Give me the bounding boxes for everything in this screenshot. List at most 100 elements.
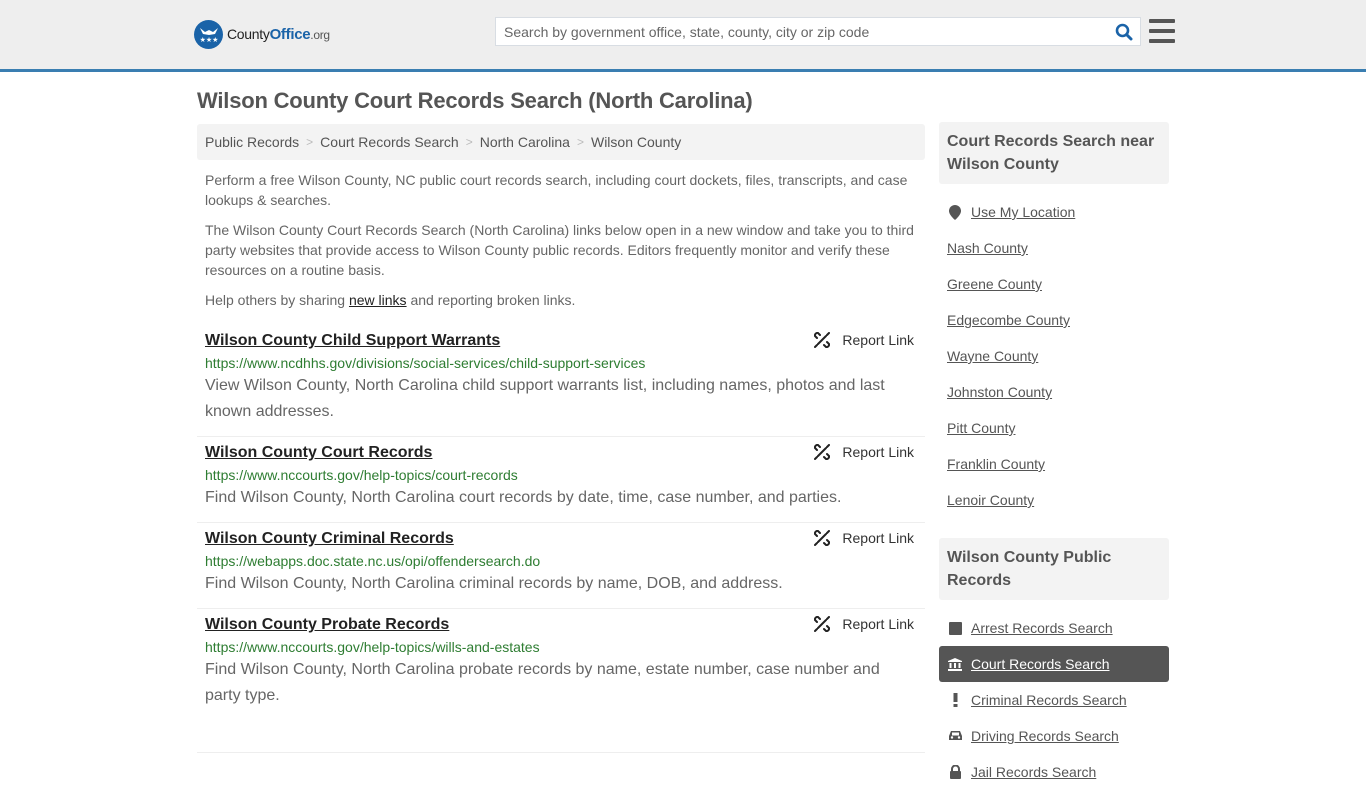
search-icon (1115, 23, 1133, 40)
nearby-county-item[interactable]: Nash County (939, 230, 1169, 266)
result-title-link[interactable]: Wilson County Probate Records (205, 615, 449, 635)
logo-wordmark: CountyOffice.org (227, 26, 330, 43)
nearby-county-item[interactable]: Johnston County (939, 374, 1169, 410)
nearby-county-item[interactable]: Pitt County (939, 410, 1169, 446)
map-pin-icon (947, 204, 963, 220)
broken-link-icon (814, 530, 831, 546)
results-list: Wilson County Child Support Warrants Rep… (197, 325, 925, 753)
broken-link-icon (814, 444, 831, 460)
sidebar-item-court-records[interactable]: Court Records Search (939, 646, 1169, 682)
lock-icon (947, 765, 963, 779)
sidebar-item-label[interactable]: Arrest Records Search (971, 620, 1113, 636)
breadcrumb-wilson-county[interactable]: Wilson County (591, 134, 681, 150)
result-item: Wilson County Criminal Records Report Li… (197, 523, 925, 609)
public-records-list: Arrest Records Search Court Records Sear… (939, 600, 1169, 790)
sidebar-item-arrest-records[interactable]: Arrest Records Search (939, 610, 1169, 646)
intro-text-after: and reporting broken links. (406, 292, 576, 308)
result-description: Find Wilson County, North Carolina crimi… (205, 575, 783, 592)
logo-office: Office (269, 26, 311, 43)
result-title-link[interactable]: Wilson County Court Records (205, 443, 432, 463)
result-title-link[interactable]: Wilson County Criminal Records (205, 529, 454, 549)
intro-paragraph-1: Perform a free Wilson County, NC public … (205, 172, 908, 208)
hamburger-menu-button[interactable] (1149, 19, 1175, 43)
report-link-label: Report Link (842, 530, 914, 546)
sidebar-item-jail-records[interactable]: Jail Records Search (939, 754, 1169, 790)
sidebar-item-label[interactable]: Criminal Records Search (971, 692, 1127, 708)
report-link-button[interactable]: Report Link (814, 530, 914, 546)
logo-county: County (227, 26, 270, 42)
sidebar-item-label[interactable]: Court Records Search (971, 656, 1110, 672)
result-url: https://webapps.doc.state.nc.us/opi/offe… (205, 553, 541, 569)
nearby-county-link[interactable]: Franklin County (947, 456, 1045, 472)
public-records-heading: Wilson County Public Records (939, 538, 1169, 600)
logo-tld: .org (310, 28, 330, 42)
result-item: Wilson County Child Support Warrants Rep… (197, 325, 925, 437)
menu-bar-icon (1149, 39, 1175, 43)
report-link-label: Report Link (842, 332, 914, 348)
result-title-link[interactable]: Wilson County Child Support Warrants (205, 331, 500, 351)
sidebar: Court Records Search near Wilson County … (939, 122, 1169, 790)
nearby-county-item[interactable]: Franklin County (939, 446, 1169, 482)
breadcrumb-separator-icon: > (465, 135, 473, 149)
new-links-link[interactable]: new links (349, 292, 407, 308)
sidebar-item-label[interactable]: Jail Records Search (971, 764, 1096, 780)
courthouse-icon (947, 657, 963, 671)
square-icon (947, 621, 963, 635)
breadcrumb-public-records[interactable]: Public Records (205, 134, 299, 150)
report-link-button[interactable]: Report Link (814, 332, 914, 348)
exclamation-icon (947, 693, 963, 707)
nearby-heading: Court Records Search near Wilson County (939, 122, 1169, 184)
breadcrumb-separator-icon: > (306, 135, 314, 149)
intro-text-before: Help others by sharing (205, 292, 349, 308)
result-url: https://www.nccourts.gov/help-topics/wil… (205, 639, 540, 655)
breadcrumb-separator-icon: > (576, 135, 584, 149)
use-my-location-link[interactable]: Use My Location (971, 204, 1075, 220)
result-description: Find Wilson County, North Carolina court… (205, 489, 842, 506)
result-item: Wilson County Probate Records Report Lin… (197, 609, 925, 753)
svg-text:★★★: ★★★ (199, 36, 218, 44)
nearby-county-link[interactable]: Pitt County (947, 420, 1015, 436)
search-button[interactable] (1108, 18, 1140, 45)
nearby-county-item[interactable]: Wayne County (939, 338, 1169, 374)
result-description: Find Wilson County, North Carolina proba… (205, 661, 880, 704)
site-logo[interactable]: ★★★ CountyOffice.org (194, 20, 330, 49)
intro-text: Perform a free Wilson County, NC public … (205, 170, 920, 320)
eagle-stars-logo-icon: ★★★ (194, 20, 223, 49)
nearby-county-link[interactable]: Edgecombe County (947, 312, 1070, 328)
report-link-label: Report Link (842, 616, 914, 632)
nearby-county-item[interactable]: Greene County (939, 266, 1169, 302)
nearby-county-link[interactable]: Johnston County (947, 384, 1052, 400)
nearby-county-item[interactable]: Lenoir County (939, 482, 1169, 518)
intro-paragraph-3: Help others by sharing new links and rep… (205, 290, 920, 310)
breadcrumb: Public Records > Court Records Search > … (197, 124, 925, 160)
result-item: Wilson County Court Records Report Link … (197, 437, 925, 523)
report-link-button[interactable]: Report Link (814, 444, 914, 460)
nearby-county-link[interactable]: Nash County (947, 240, 1028, 256)
report-link-label: Report Link (842, 444, 914, 460)
car-icon (947, 730, 963, 742)
public-records-block: Wilson County Public Records Arrest Reco… (939, 538, 1169, 790)
page-title: Wilson County Court Records Search (Nort… (197, 88, 753, 113)
site-header: ★★★ CountyOffice.org (0, 0, 1366, 72)
sidebar-item-label[interactable]: Driving Records Search (971, 728, 1119, 744)
nearby-county-link[interactable]: Wayne County (947, 348, 1038, 364)
broken-link-icon (814, 616, 831, 632)
nearby-county-item[interactable]: Edgecombe County (939, 302, 1169, 338)
broken-link-icon (814, 332, 831, 348)
use-my-location-item[interactable]: Use My Location (939, 194, 1169, 230)
intro-paragraph-2: The Wilson County Court Records Search (… (205, 222, 914, 278)
sidebar-item-driving-records[interactable]: Driving Records Search (939, 718, 1169, 754)
menu-bar-icon (1149, 29, 1175, 33)
result-description: View Wilson County, North Carolina child… (205, 377, 885, 420)
nearby-county-link[interactable]: Greene County (947, 276, 1042, 292)
result-url: https://www.ncdhhs.gov/divisions/social-… (205, 355, 646, 371)
nearby-county-link[interactable]: Lenoir County (947, 492, 1034, 508)
breadcrumb-north-carolina[interactable]: North Carolina (480, 134, 570, 150)
search-input[interactable] (496, 18, 1108, 45)
breadcrumb-court-records-search[interactable]: Court Records Search (320, 134, 459, 150)
result-url: https://www.nccourts.gov/help-topics/cou… (205, 467, 518, 483)
nearby-list: Use My Location Nash County Greene Count… (939, 184, 1169, 518)
report-link-button[interactable]: Report Link (814, 616, 914, 632)
sidebar-item-criminal-records[interactable]: Criminal Records Search (939, 682, 1169, 718)
menu-bar-icon (1149, 19, 1175, 23)
